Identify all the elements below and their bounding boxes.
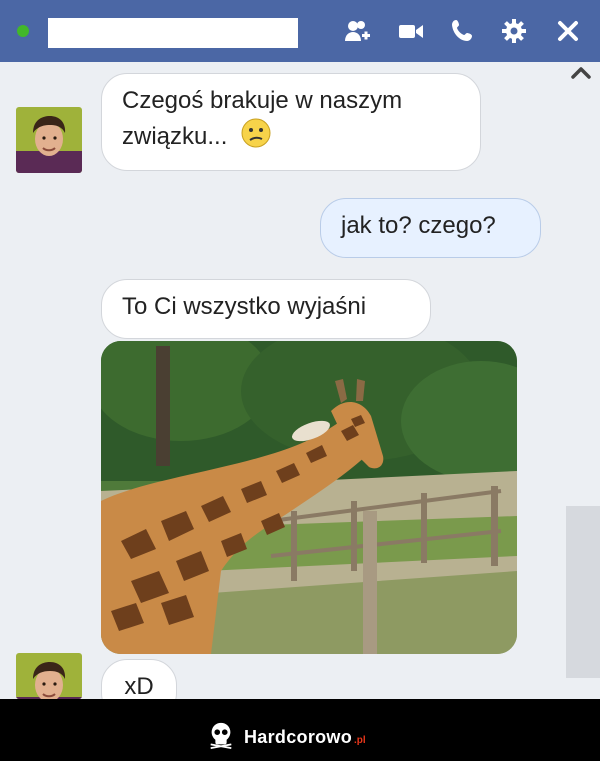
message-bubble-outgoing[interactable]: jak to? czego? xyxy=(320,198,541,258)
add-friend-icon[interactable] xyxy=(340,14,374,48)
chat-header xyxy=(0,0,600,62)
brand-name: Hardcorowo xyxy=(244,727,353,747)
giraffe-photo[interactable] xyxy=(101,341,517,654)
avatar[interactable] xyxy=(16,107,82,173)
message-text: jak to? czego? xyxy=(341,212,496,239)
message-text: To Ci wszystko wyjaśni xyxy=(122,293,367,320)
skull-icon xyxy=(206,720,236,755)
scroll-up-chevron-icon[interactable] xyxy=(570,62,592,84)
online-status-dot xyxy=(17,25,29,37)
scrollbar-thumb[interactable] xyxy=(566,506,600,678)
contact-name-field[interactable] xyxy=(48,18,298,48)
phone-icon[interactable] xyxy=(446,14,480,48)
avatar[interactable] xyxy=(16,653,82,699)
brand-suffix: .pl xyxy=(354,735,366,746)
gear-icon[interactable] xyxy=(497,14,531,48)
message-text: xD xyxy=(124,673,154,700)
close-icon[interactable] xyxy=(551,14,585,48)
confused-face-icon xyxy=(240,117,272,158)
brand-logo: Hardcorowo .pl xyxy=(206,720,366,755)
message-bubble-incoming[interactable]: To Ci wszystko wyjaśni xyxy=(101,279,431,339)
message-bubble-incoming[interactable]: Czegoś brakuje w naszym związku... xyxy=(101,73,481,171)
video-camera-icon[interactable] xyxy=(394,14,428,48)
